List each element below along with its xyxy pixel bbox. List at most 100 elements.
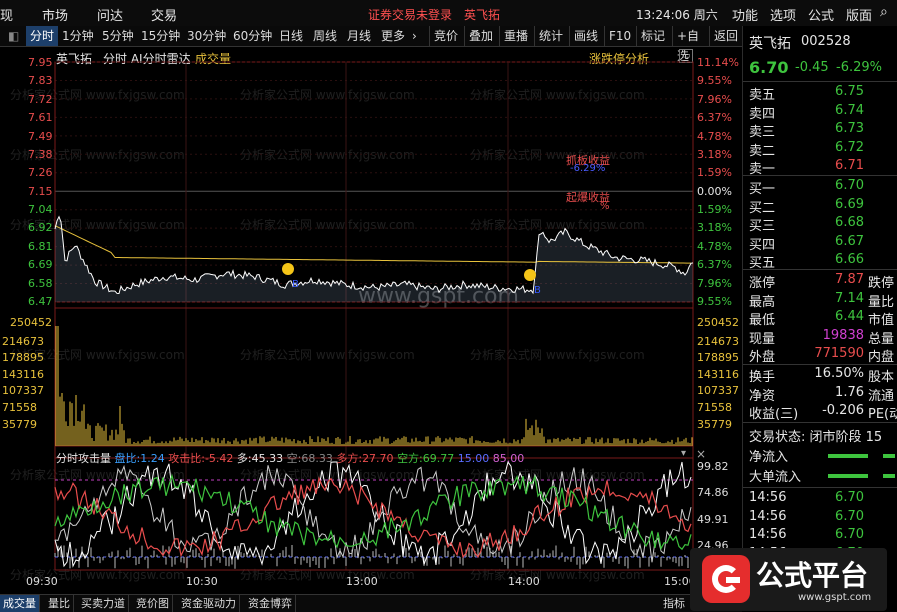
more-chevron-icon[interactable]: › [408, 26, 420, 46]
logo-text: 公式平台 [756, 559, 869, 592]
menu-item-market[interactable]: 市场 [42, 5, 68, 24]
quote-row-label: 买五 [749, 256, 776, 271]
price-axis-tick: 7.95 [28, 56, 53, 69]
tab-fenshi[interactable]: 分时 [26, 26, 58, 46]
chart-area[interactable]: 英飞拓 分时 AI分时雷达 成交量 涨跌停分析 ▭ 分析家公式网 www.fxj… [0, 46, 742, 594]
menu-item-layout[interactable]: 版面 [846, 5, 872, 24]
tool-draw[interactable]: 画线 [569, 26, 605, 46]
indicator-header: 分时攻击量 盘比:1.24 攻击比:-5.42 多:45.33 空:68.33 … [56, 450, 524, 466]
tab-15min[interactable]: 15分钟 [137, 26, 189, 46]
quote-row-label: 买四 [749, 237, 776, 253]
menu-item-function[interactable]: 功能 [732, 5, 758, 24]
menu-item-formula[interactable]: 公式 [808, 5, 834, 24]
tab-more[interactable]: 更多 [377, 26, 411, 46]
quote-row-label: 14:56 [749, 508, 787, 524]
quote-row-label2: 流通 [868, 388, 895, 404]
quote-row-value: 6.70 [835, 490, 864, 505]
marker-b-label: B [292, 279, 299, 290]
close-icon[interactable]: × [696, 447, 706, 461]
indicator-name: 分时攻击量 [56, 452, 111, 465]
quote-row-label: 卖一 [749, 162, 776, 177]
tab-monthly[interactable]: 月线 [343, 26, 377, 46]
tab-volume-ratio[interactable]: 量比 [45, 595, 74, 612]
volume-axis-tick: 178895 [2, 351, 44, 365]
quote-row-value: 6.68 [835, 215, 864, 230]
indicator-axis-tick: 49.91 [697, 512, 729, 526]
percent-axis-tick: 4.78% [697, 129, 732, 143]
quote-row-label: 14:56 [749, 490, 787, 505]
quote-row: 买三 6.68 [743, 215, 897, 234]
smiley-icon [524, 269, 536, 281]
price-axis-tick: 6.69 [28, 258, 53, 272]
marker-b-label: B [534, 285, 541, 296]
tab-indicator[interactable]: 指标 [660, 595, 688, 612]
quote-row-label: 买二 [749, 200, 776, 216]
tab-30min[interactable]: 30分钟 [183, 26, 235, 46]
tool-mark[interactable]: 标记 [636, 26, 672, 46]
quote-row-value: 16.50% [814, 366, 864, 381]
quote-row-value: 6.66 [835, 252, 864, 267]
tool-add-watchlist[interactable]: +自选 [672, 26, 710, 63]
quote-row-value: 6.67 [835, 233, 864, 249]
quote-row: 卖四 6.74 [743, 103, 897, 122]
quote-row-label: 卖二 [749, 143, 776, 159]
quote-row: 最低 6.44 市值 [743, 309, 897, 328]
quote-row-label: 涨停 [749, 276, 776, 291]
tab-fund-game[interactable]: 资金博弈 [245, 595, 296, 612]
price-axis-tick: 6.47 [28, 295, 53, 308]
percent-axis-tick: 9.55% [697, 295, 732, 308]
tab-1min[interactable]: 1分钟 [58, 26, 102, 46]
tool-overlay[interactable]: 叠加 [464, 26, 500, 46]
quote-row: 买五 6.66 [743, 252, 897, 271]
collapse-chevron-icon[interactable]: ▾ [681, 448, 686, 459]
price-axis-tick: 6.92 [28, 221, 53, 235]
menu-item-trade[interactable]: 交易 [151, 5, 177, 24]
quote-row: 卖三 6.73 [743, 121, 897, 140]
tool-replay[interactable]: 重播 [499, 26, 535, 46]
search-icon[interactable]: ⌕ [880, 4, 888, 20]
tool-auction[interactable]: 竞价 [429, 26, 465, 46]
divider [743, 422, 897, 423]
quote-row: 卖二 6.72 [743, 140, 897, 159]
indicator-series [54, 476, 692, 559]
quote-row-value: 1.76 [835, 384, 864, 400]
quote-row: 14:56 6.70 [743, 490, 897, 509]
menu-item-xian[interactable]: 现 [0, 5, 13, 24]
percent-axis-tick: 9.55% [697, 74, 732, 88]
tab-buy-sell-force[interactable]: 买卖力道 [78, 595, 129, 612]
menu-item-wenda[interactable]: 问达 [97, 5, 123, 24]
tab-60min[interactable]: 60分钟 [229, 26, 281, 46]
quote-row-label2: 市值 [868, 313, 895, 328]
duo-value: 45.33 [251, 452, 284, 465]
quote-row: 外盘 771590 内盘 [743, 346, 897, 365]
tab-weekly[interactable]: 周线 [309, 26, 343, 46]
tool-back[interactable]: 返回 [709, 26, 742, 46]
tool-stats[interactable]: 统计 [534, 26, 570, 46]
quote-row-label: 现量 [749, 331, 776, 347]
attack-value: -5.42 [204, 452, 234, 465]
tab-daily[interactable]: 日线 [275, 26, 309, 46]
quote-row: 最高 7.14 量比 [743, 291, 897, 310]
panel-toggle-icon[interactable]: ◧ [4, 26, 24, 46]
divider [743, 81, 897, 82]
divider [743, 487, 897, 488]
tab-5min[interactable]: 5分钟 [98, 26, 142, 46]
annotation-grab-value: -6.29% [570, 163, 606, 174]
quote-row-label: 买一 [749, 182, 776, 197]
tool-f10[interactable]: F10 [604, 26, 636, 46]
percent-axis-tick: 7.96% [697, 276, 732, 290]
percent-axis-tick: 1.59% [697, 166, 732, 180]
window-stock-title: 英飞拓 [464, 8, 501, 22]
volume-axis-tick-right: 107337 [697, 384, 739, 398]
duo-label: 多: [236, 452, 252, 465]
tab-fund-drive[interactable]: 资金驱动力 [178, 595, 240, 612]
tab-auction-chart[interactable]: 竞价图 [133, 595, 173, 612]
volume-axis-tick: 250452 [10, 316, 52, 329]
duofang-value: 27.70 [362, 452, 394, 465]
tab-volume[interactable]: 成交量 [0, 595, 40, 612]
percent-axis-tick: 6.37% [697, 258, 732, 272]
price-axis-tick: 7.15 [28, 184, 53, 198]
percent-axis-tick: 1.59% [697, 203, 732, 217]
quote-row: 卖一 6.71 [743, 158, 897, 177]
menu-item-options[interactable]: 选项 [770, 5, 796, 24]
